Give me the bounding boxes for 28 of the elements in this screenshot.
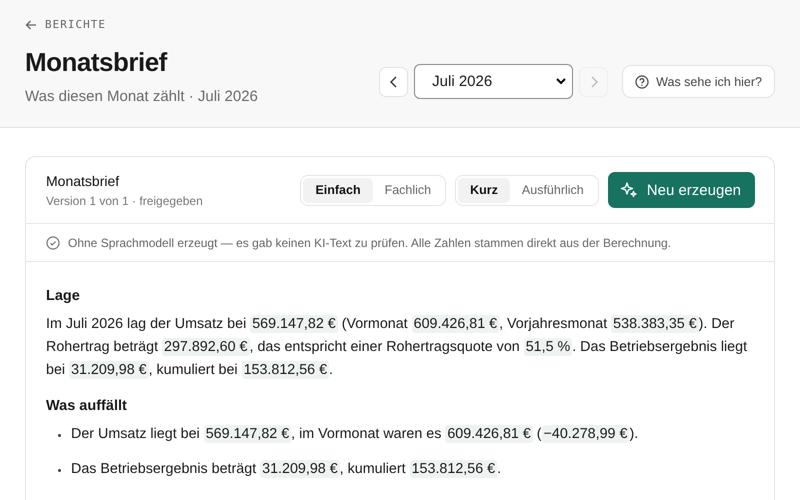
help-button[interactable]: Was sehe ich hier?: [622, 65, 775, 98]
toggle-option[interactable]: Ausführlich: [510, 178, 596, 202]
caret-icon: [556, 78, 566, 85]
month-select[interactable]: Juli 2026: [414, 64, 574, 99]
body-paragraph: Im Juli 2026 lag der Umsatz bei 569.147,82 € (Vormonat 609.426,81 €, Vorjahresmonat 538.383,35 €). Der Rohertrag beträgt 297.892,60 €, das entspricht einer Rohertragsquote von 51,5 %. Das Betriebsergebnis liegt bei 31.209,98 €, kumuliert bei 153.812,56 €.: [46, 314, 748, 381]
generate-button[interactable]: Neu erzeugen: [608, 172, 755, 208]
sparkle-icon: [620, 181, 638, 199]
page-subtitle: Was diesen Monat zählt · Juli 2026: [25, 88, 258, 105]
section-heading: Lage: [46, 288, 81, 304]
bullet-icon: [58, 469, 61, 472]
chevron-right-icon: [588, 76, 599, 88]
back-link[interactable]: BERICHTE: [25, 18, 775, 31]
version-info: Version 1 von 1 · freigegeben: [46, 194, 203, 208]
toggle-option[interactable]: Kurz: [458, 178, 510, 202]
list-item-text: Der Umsatz liegt bei 569.147,82 €, im Vormonat waren es 609.426,81 € (−40.278,99 €).: [71, 424, 638, 445]
previous-month-button[interactable]: [379, 66, 408, 96]
card-title: Monatsbrief: [46, 172, 120, 188]
check-circle-icon: [46, 236, 60, 250]
page-title: Monatsbrief: [25, 47, 168, 78]
notice-text: Ohne Sprachmodell erzeugt — es gab keinen KI-Text zu prüfen. Alle Zahlen stammen direkt aus der Berechnung.: [68, 236, 671, 250]
bullet-icon: [58, 434, 61, 437]
chevron-left-icon: [388, 76, 399, 88]
section-heading: Was auffällt: [46, 398, 128, 414]
help-icon: [635, 74, 650, 88]
toggle-option[interactable]: Fachlich: [372, 178, 444, 202]
arrow-left-icon: [25, 18, 37, 30]
list-item-text: Das Betriebsergebnis beträgt 31.209,98 €, kumuliert 153.812,56 €.: [71, 459, 502, 480]
toggle-option[interactable]: Einfach: [303, 178, 373, 202]
